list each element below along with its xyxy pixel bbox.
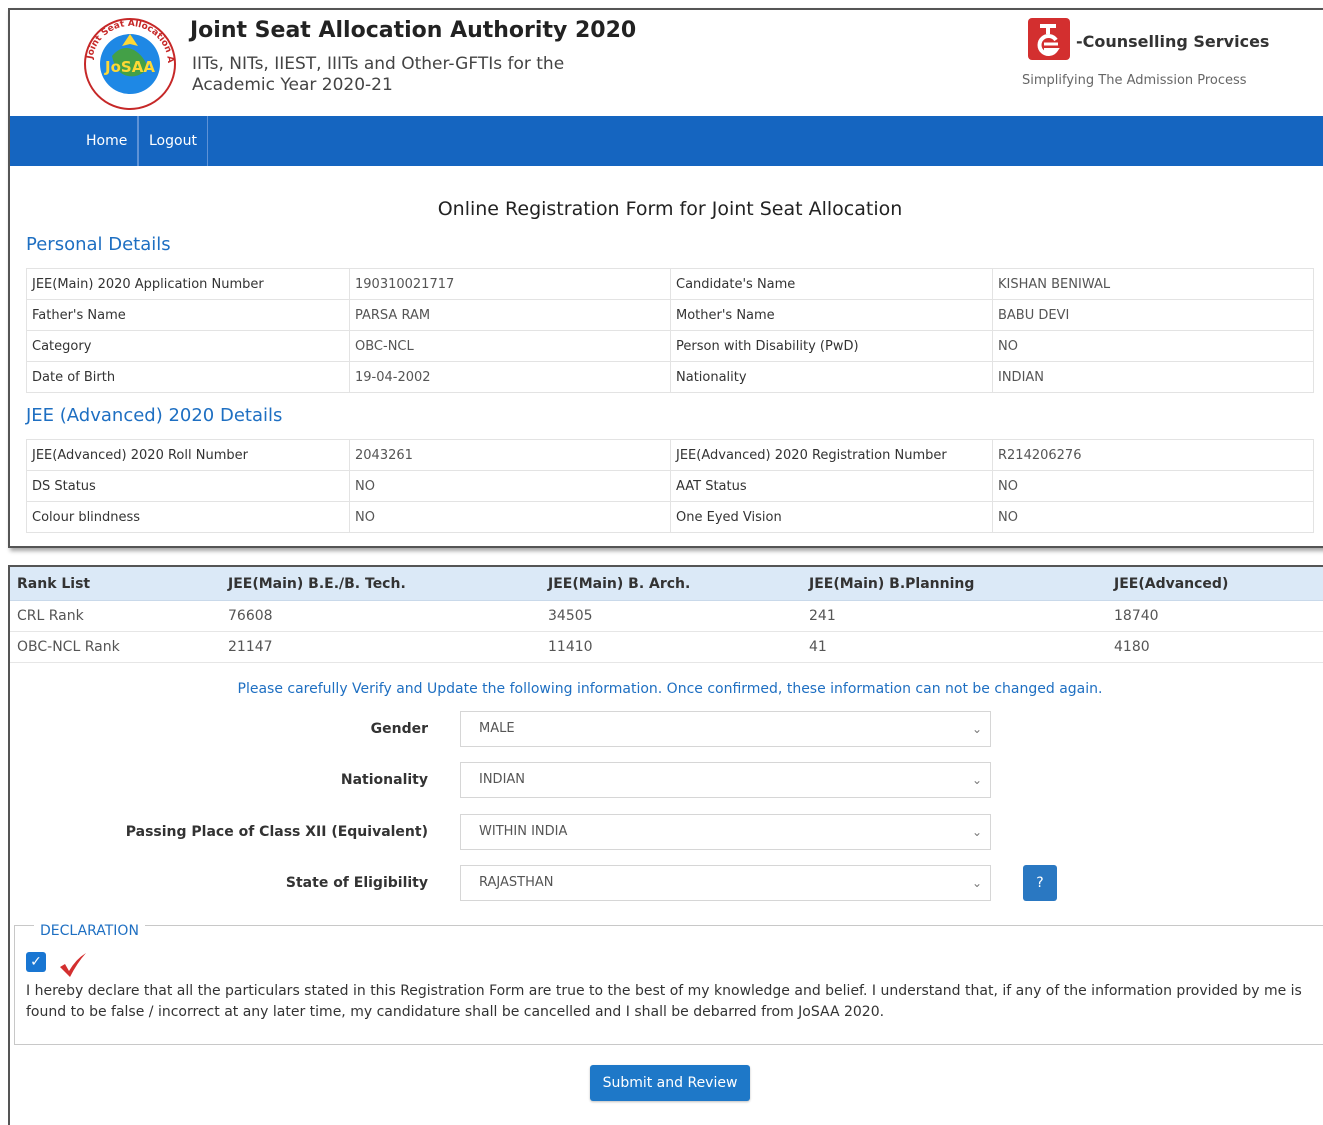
- subtitle-line-1: IITs, NITs, IIEST, IIITs and Other-GFTIs…: [192, 54, 565, 74]
- chevron-down-icon: ⌄: [971, 773, 982, 787]
- field-value: PARSA RAM: [349, 299, 671, 331]
- passing-place-label: Passing Place of Class XII (Equivalent): [125, 824, 428, 840]
- declaration-text: I hereby declare that all the particular…: [26, 983, 1302, 1020]
- table-row: Date of Birth 19-04-2002 Nationality IND…: [26, 361, 1314, 393]
- rank-cell: OBC-NCL Rank: [10, 631, 221, 663]
- table-row: Colour blindness NO One Eyed Vision NO: [26, 501, 1314, 533]
- rank-cell: 41: [802, 631, 1107, 663]
- submit-and-review-button[interactable]: Submit and Review: [590, 1065, 750, 1101]
- gender-label: Gender: [370, 721, 428, 737]
- nav-logout-link[interactable]: Logout: [138, 116, 208, 166]
- rank-cell: 241: [802, 600, 1107, 632]
- field-label: DS Status: [26, 470, 350, 502]
- field-label: JEE(Main) 2020 Application Number: [26, 268, 350, 300]
- state-eligibility-select[interactable]: RAJASTHAN ⌄: [460, 865, 991, 901]
- subtitle-line-2: Academic Year 2020-21: [192, 75, 393, 95]
- field-label: Father's Name: [26, 299, 350, 331]
- nav-bar: Home Logout: [10, 116, 1323, 166]
- personal-details-table: JEE(Main) 2020 Application Number 190310…: [26, 268, 1314, 393]
- advanced-details-table: JEE(Advanced) 2020 Roll Number 2043261 J…: [26, 439, 1314, 533]
- logo-center-text: JoSAA: [104, 58, 155, 76]
- verify-note: Please carefully Verify and Update the f…: [237, 681, 1103, 697]
- nationality-select[interactable]: INDIAN ⌄: [460, 762, 991, 798]
- field-label: JEE(Advanced) 2020 Roll Number: [26, 439, 350, 471]
- checkmark-icon: ✓: [30, 954, 42, 970]
- e-counselling-tagline: Simplifying The Admission Process: [1022, 73, 1247, 88]
- field-label: Colour blindness: [26, 501, 350, 533]
- nationality-label: Nationality: [340, 772, 428, 788]
- column-header: JEE(Main) B.E./B. Tech.: [221, 567, 541, 601]
- table-row: Father's Name PARSA RAM Mother's Name BA…: [26, 299, 1314, 331]
- state-eligibility-label: State of Eligibility: [285, 875, 428, 891]
- chevron-down-icon: ⌄: [971, 876, 982, 890]
- page-subtitle: IITs, NITs, IIEST, IIITs and Other-GFTIs…: [192, 54, 632, 96]
- rank-header-row: Rank List JEE(Main) B.E./B. Tech. JEE(Ma…: [10, 567, 1323, 601]
- state-eligibility-help-button[interactable]: ?: [1023, 865, 1057, 901]
- field-value: INDIAN: [992, 361, 1314, 393]
- field-label: Mother's Name: [670, 299, 993, 331]
- chevron-down-icon: ⌄: [971, 722, 982, 736]
- josaa-logo: JoSAA Joint Seat Allocation Authority: [79, 9, 178, 112]
- rank-cell: CRL Rank: [10, 600, 221, 632]
- rank-cell: 34505: [541, 600, 802, 632]
- column-header: JEE(Advanced): [1107, 567, 1323, 601]
- column-header: Rank List: [10, 567, 221, 601]
- field-value: KISHAN BENIWAL: [992, 268, 1314, 300]
- field-label: Date of Birth: [26, 361, 350, 393]
- gender-selected-value: MALE: [479, 721, 515, 736]
- field-value: OBC-NCL: [349, 330, 671, 362]
- column-header: JEE(Main) B. Arch.: [541, 567, 802, 601]
- declaration-checkbox[interactable]: ✓: [26, 952, 46, 972]
- rank-table: Rank List JEE(Main) B.E./B. Tech. JEE(Ma…: [10, 567, 1323, 663]
- gender-select[interactable]: MALE ⌄: [460, 711, 991, 747]
- verification-panel: Rank List JEE(Main) B.E./B. Tech. JEE(Ma…: [8, 565, 1323, 1125]
- nationality-selected-value: INDIAN: [479, 772, 526, 787]
- table-row: CRL Rank 76608 34505 241 18740: [10, 600, 1323, 632]
- advanced-details-title: JEE (Advanced) 2020 Details: [26, 405, 283, 426]
- chevron-down-icon: ⌄: [971, 825, 982, 839]
- table-row: JEE(Main) 2020 Application Number 190310…: [26, 268, 1314, 300]
- rank-cell: 21147: [221, 631, 541, 663]
- field-value: 2043261: [349, 439, 671, 471]
- table-row: OBC-NCL Rank 21147 11410 41 4180: [10, 631, 1323, 663]
- field-value: NO: [349, 470, 671, 502]
- column-header: JEE(Main) B.Planning: [802, 567, 1107, 601]
- field-value: NO: [992, 330, 1314, 362]
- rank-cell: 76608: [221, 600, 541, 632]
- field-value: NO: [992, 470, 1314, 502]
- personal-details-title: Personal Details: [26, 234, 171, 255]
- field-value: NO: [992, 501, 1314, 533]
- passing-place-select[interactable]: WITHIN INDIA ⌄: [460, 814, 991, 850]
- field-label: AAT Status: [670, 470, 993, 502]
- e-counselling-logo-icon: [1026, 16, 1072, 62]
- declaration-legend: DECLARATION: [34, 923, 145, 939]
- field-label: One Eyed Vision: [670, 501, 993, 533]
- field-label: Category: [26, 330, 350, 362]
- field-label: Person with Disability (PwD): [670, 330, 993, 362]
- field-value: NO: [349, 501, 671, 533]
- field-value: 19-04-2002: [349, 361, 671, 393]
- field-label: Candidate's Name: [670, 268, 993, 300]
- field-value: BABU DEVI: [992, 299, 1314, 331]
- form-heading: Online Registration Form for Joint Seat …: [437, 198, 903, 220]
- table-row: DS Status NO AAT Status NO: [26, 470, 1314, 502]
- page-title: Joint Seat Allocation Authority 2020: [190, 18, 637, 43]
- state-eligibility-selected-value: RAJASTHAN: [479, 875, 554, 890]
- passing-place-selected-value: WITHIN INDIA: [479, 824, 568, 839]
- red-tick-icon: [58, 951, 88, 979]
- rank-cell: 4180: [1107, 631, 1323, 663]
- rank-cell: 18740: [1107, 600, 1323, 632]
- nav-home-link[interactable]: Home: [76, 116, 139, 166]
- table-row: JEE(Advanced) 2020 Roll Number 2043261 J…: [26, 439, 1314, 471]
- field-label: JEE(Advanced) 2020 Registration Number: [670, 439, 993, 471]
- table-row: Category OBC-NCL Person with Disability …: [26, 330, 1314, 362]
- registration-panel: JoSAA Joint Seat Allocation Authority Jo…: [8, 8, 1323, 548]
- e-counselling-title: -Counselling Services: [1076, 32, 1270, 51]
- rank-cell: 11410: [541, 631, 802, 663]
- field-value: R214206276: [992, 439, 1314, 471]
- field-label: Nationality: [670, 361, 993, 393]
- field-value: 190310021717: [349, 268, 671, 300]
